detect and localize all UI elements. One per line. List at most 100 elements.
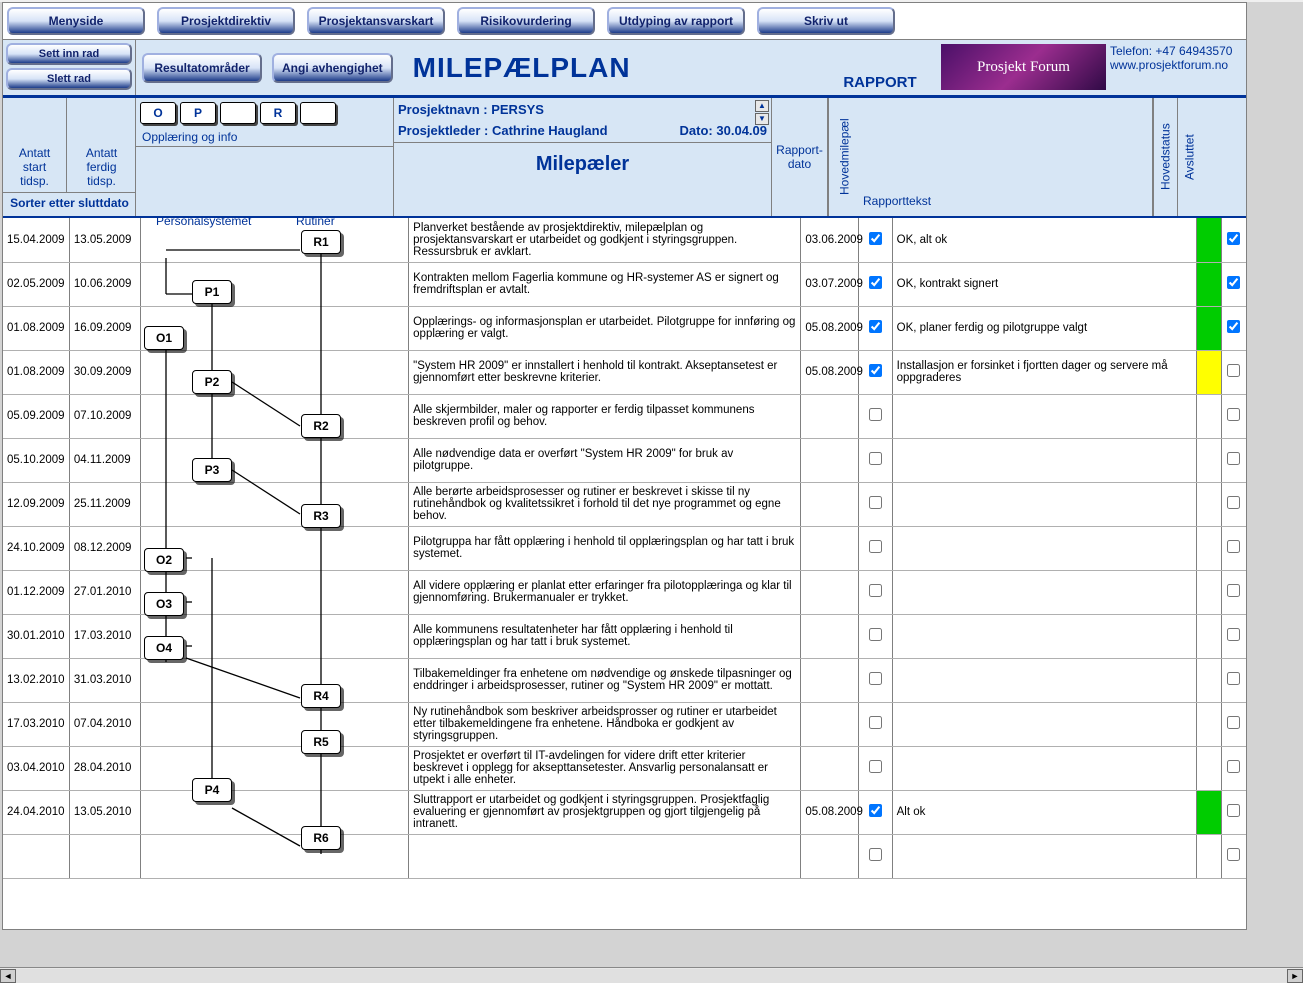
- start-date-cell: 24.10.2009: [3, 526, 69, 570]
- prosjektansvarskart-button[interactable]: Prosjektansvarskart: [307, 7, 445, 35]
- risikovurdering-button[interactable]: Risikovurdering: [457, 7, 595, 35]
- rapport-date-cell: 05.08.2009: [801, 306, 859, 350]
- angi-avhengighet-button[interactable]: Angi avhengighet: [272, 53, 393, 83]
- page-title: MILEPÆLPLAN: [413, 52, 631, 84]
- node-o3[interactable]: O3: [144, 592, 184, 616]
- hovedmilepael-checkbox[interactable]: [869, 716, 882, 729]
- prosjektdirektiv-button[interactable]: Prosjektdirektiv: [157, 7, 295, 35]
- node-p1[interactable]: P1: [192, 280, 232, 304]
- node-p2[interactable]: P2: [192, 370, 232, 394]
- hovedmilepael-cell: [859, 350, 892, 394]
- hovedmilepael-checkbox[interactable]: [869, 672, 882, 685]
- scrollbar-track[interactable]: [16, 969, 1287, 983]
- hovedstatus-cell: [1196, 526, 1221, 570]
- hovedstatus-cell: [1196, 790, 1221, 834]
- start-date-cell: 15.04.2009: [3, 218, 69, 262]
- avsluttet-cell: [1221, 790, 1246, 834]
- avsluttet-checkbox[interactable]: [1227, 672, 1240, 685]
- avsluttet-checkbox[interactable]: [1227, 760, 1240, 773]
- hovedmilepael-checkbox[interactable]: [869, 760, 882, 773]
- spin-up-button[interactable]: ▲: [755, 100, 769, 112]
- spin-down-button[interactable]: ▼: [755, 113, 769, 125]
- node-r5[interactable]: R5: [301, 730, 341, 754]
- start-date-cell: 05.10.2009: [3, 438, 69, 482]
- avsluttet-cell: [1221, 482, 1246, 526]
- avsluttet-checkbox[interactable]: [1227, 716, 1240, 729]
- menyside-button[interactable]: Menyside: [7, 7, 145, 35]
- rapport-date-cell: [801, 482, 859, 526]
- avsluttet-checkbox[interactable]: [1227, 804, 1240, 817]
- node-r2[interactable]: R2: [301, 414, 341, 438]
- node-o1[interactable]: O1: [144, 326, 184, 350]
- scroll-left-button[interactable]: ◄: [0, 969, 16, 983]
- hovedmilepael-checkbox[interactable]: [869, 848, 882, 861]
- hovedmilepael-checkbox[interactable]: [869, 364, 882, 377]
- rapport-date-cell: [801, 834, 859, 878]
- start-date-cell: 01.08.2009: [3, 306, 69, 350]
- hovedmilepael-checkbox[interactable]: [869, 232, 882, 245]
- node-r6[interactable]: R6: [301, 826, 341, 850]
- description-cell: Alle berørte arbeidsprosesser og rutiner…: [409, 482, 801, 526]
- hovedmilepael-checkbox[interactable]: [869, 584, 882, 597]
- hovedmilepael-checkbox[interactable]: [869, 276, 882, 289]
- hovedmilepael-cell: [859, 790, 892, 834]
- code-r[interactable]: R: [260, 102, 296, 124]
- utdyping-button[interactable]: Utdyping av rapport: [607, 7, 745, 35]
- avsluttet-checkbox[interactable]: [1227, 320, 1240, 333]
- skriv-ut-button[interactable]: Skriv ut: [757, 7, 895, 35]
- logo: Prosjekt Forum: [941, 44, 1106, 90]
- node-o2[interactable]: O2: [144, 548, 184, 572]
- hovedmilepael-cell: [859, 218, 892, 262]
- avsluttet-checkbox[interactable]: [1227, 232, 1240, 245]
- avsluttet-cell: [1221, 614, 1246, 658]
- hovedstatus-header: Hovedstatus: [1153, 98, 1177, 216]
- hovedmilepael-checkbox[interactable]: [869, 452, 882, 465]
- sorter-sluttdato-button[interactable]: Sorter etter sluttdato: [3, 192, 136, 216]
- header: Sett inn rad Slett rad Resultatområder A…: [3, 40, 1246, 98]
- hovedmilepael-cell: [859, 482, 892, 526]
- code-p[interactable]: P: [180, 102, 216, 124]
- hovedmilepael-cell: [859, 526, 892, 570]
- hovedmilepael-checkbox[interactable]: [869, 628, 882, 641]
- node-r3[interactable]: R3: [301, 504, 341, 528]
- resultatomrader-button[interactable]: Resultatområder: [142, 53, 262, 83]
- slett-rad-button[interactable]: Slett rad: [6, 68, 132, 90]
- hovedmilepael-cell: [859, 306, 892, 350]
- hovedmilepael-checkbox[interactable]: [869, 540, 882, 553]
- avsluttet-checkbox[interactable]: [1227, 364, 1240, 377]
- node-p4[interactable]: P4: [192, 778, 232, 802]
- hovedmilepael-checkbox[interactable]: [869, 320, 882, 333]
- code-blank1[interactable]: [220, 102, 256, 124]
- hovedstatus-cell: [1196, 482, 1221, 526]
- avsluttet-checkbox[interactable]: [1227, 540, 1240, 553]
- avsluttet-checkbox[interactable]: [1227, 628, 1240, 641]
- hovedmilepael-cell: [859, 262, 892, 306]
- node-o4[interactable]: O4: [144, 636, 184, 660]
- sett-inn-rad-button[interactable]: Sett inn rad: [6, 43, 132, 65]
- description-cell: All videre opplæring er planlat etter er…: [409, 570, 801, 614]
- hovedstatus-cell: [1196, 746, 1221, 790]
- avsluttet-checkbox[interactable]: [1227, 584, 1240, 597]
- end-date-cell: 07.10.2009: [69, 394, 141, 438]
- hovedmilepael-checkbox[interactable]: [869, 804, 882, 817]
- rapport-date-cell: [801, 614, 859, 658]
- contact-info: Telefon: +47 64943570 www.prosjektforum.…: [1106, 40, 1246, 95]
- avsluttet-cell: [1221, 438, 1246, 482]
- avsluttet-checkbox[interactable]: [1227, 452, 1240, 465]
- code-blank2[interactable]: [300, 102, 336, 124]
- avsluttet-checkbox[interactable]: [1227, 276, 1240, 289]
- hovedmilepael-cell: [859, 702, 892, 746]
- start-date-cell: 24.04.2010: [3, 790, 69, 834]
- avsluttet-cell: [1221, 526, 1246, 570]
- hovedmilepael-checkbox[interactable]: [869, 496, 882, 509]
- avsluttet-checkbox[interactable]: [1227, 408, 1240, 421]
- node-p3[interactable]: P3: [192, 458, 232, 482]
- description-cell: Kontrakten mellom Fagerlia kommune og HR…: [409, 262, 801, 306]
- avsluttet-checkbox[interactable]: [1227, 848, 1240, 861]
- scroll-right-button[interactable]: ►: [1287, 969, 1303, 983]
- node-r1[interactable]: R1: [301, 230, 341, 254]
- avsluttet-checkbox[interactable]: [1227, 496, 1240, 509]
- hovedmilepael-checkbox[interactable]: [869, 408, 882, 421]
- node-r4[interactable]: R4: [301, 684, 341, 708]
- code-o[interactable]: O: [140, 102, 176, 124]
